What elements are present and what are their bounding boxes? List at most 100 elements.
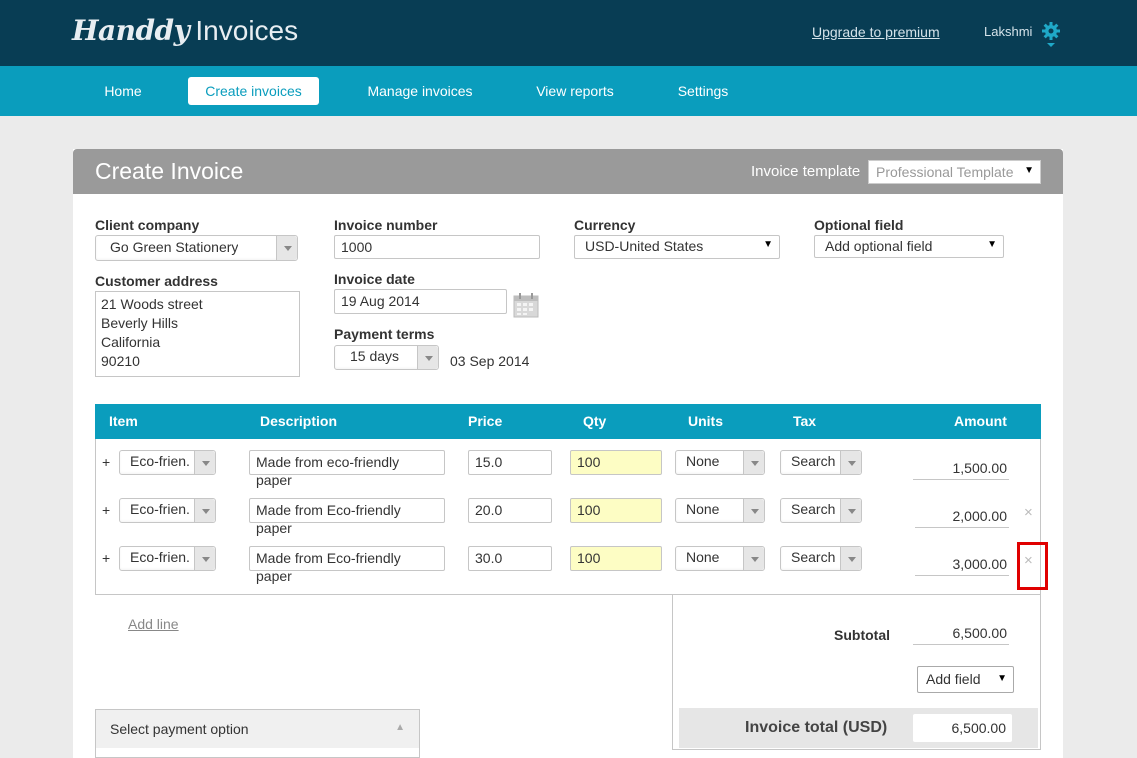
nav-create-invoices[interactable]: Create invoices [188,77,319,105]
upgrade-premium-link[interactable]: Upgrade to premium [812,24,940,40]
invoice-template-label: Invoice template [751,163,861,180]
payment-terms-value: 15 days [350,348,400,364]
add-row-plus-icon[interactable]: + [102,502,110,518]
units-value: None [686,549,720,565]
chevron-down-icon[interactable] [417,346,438,369]
tax-combo[interactable]: Search [780,450,862,475]
app-logo[interactable]: Handdy Invoices [72,14,298,47]
item-value: Eco-frien. [130,453,190,469]
chevron-down-icon[interactable] [194,451,215,474]
table-header: Item Description Price Qty Units Tax Amo… [95,404,1041,439]
payment-terms-label: Payment terms [334,326,435,342]
chevron-down-icon[interactable] [743,499,764,522]
nav-manage-invoices[interactable]: Manage invoices [352,77,488,105]
page-title: Create Invoice [95,158,244,184]
nav-view-reports[interactable]: View reports [522,77,628,105]
calendar-icon[interactable] [513,292,539,318]
col-price: Price [468,413,503,429]
highlight-box [1017,542,1048,590]
payment-option-label: Select payment option [110,721,249,737]
col-qty: Qty [583,413,607,429]
invoice-template-select[interactable]: Professional Template ▼ [868,160,1041,184]
units-value: None [686,501,720,517]
tax-value: Search [791,453,836,469]
add-field-select[interactable]: Add field ▼ [917,666,1014,693]
qty-input[interactable]: 100 [570,498,662,523]
logo-script-text: Handdy [72,14,190,47]
dropdown-arrow-icon: ▼ [987,239,997,250]
description-input[interactable]: Made from Eco-friendly paper [249,546,445,584]
subtotal-value: 6,500.00 [913,621,1009,645]
description-input[interactable]: Made from eco-friendly paper [249,450,445,488]
customer-address-textarea[interactable] [95,291,300,377]
units-combo[interactable]: None [675,546,765,571]
currency-value: USD-United States [585,238,704,254]
col-item: Item [109,413,138,429]
add-line-link[interactable]: Add line [128,616,179,632]
chevron-down-icon[interactable] [743,451,764,474]
totals-box: Subtotal 6,500.00 Add field ▼ Invoice to… [672,595,1041,750]
add-row-plus-icon[interactable]: + [102,550,110,566]
chevron-down-icon[interactable] [840,451,861,474]
chevron-down-icon[interactable] [840,499,861,522]
client-company-combo[interactable]: Go Green Stationery [95,235,298,261]
item-combo[interactable]: Eco-frien. [119,450,216,475]
qty-input[interactable]: 100 [570,450,662,475]
add-row-plus-icon[interactable]: + [102,454,110,470]
payment-terms-combo[interactable]: 15 days [334,345,439,370]
due-date-text: 03 Sep 2014 [450,353,530,369]
nav-settings[interactable]: Settings [664,77,742,105]
invoice-date-input[interactable]: 19 Aug 2014 [334,289,507,314]
gear-icon[interactable] [1041,21,1061,47]
currency-select[interactable]: USD-United States ▼ [574,235,780,259]
optional-field-select[interactable]: Add optional field ▼ [814,235,1004,258]
units-combo[interactable]: None [675,450,765,475]
invoice-total-bar: Invoice total (USD) 6,500.00 [679,708,1038,748]
col-units: Units [688,413,723,429]
dropdown-arrow-icon: ▼ [1024,165,1034,176]
price-input[interactable]: 15.0 [468,450,552,475]
price-input[interactable]: 20.0 [468,498,552,523]
remove-row-close-icon[interactable]: × [1024,504,1033,521]
dropdown-arrow-icon: ▼ [997,673,1007,684]
create-invoice-panel: Create Invoice Invoice template Professi… [73,149,1063,758]
tax-combo[interactable]: Search [780,546,862,571]
chevron-down-icon[interactable] [276,236,297,260]
nav-home[interactable]: Home [90,77,156,105]
amount-value: 2,000.00 [915,504,1009,528]
username-label: Lakshmi [984,24,1033,39]
payment-option-header[interactable]: Select payment option ▲ [96,710,419,748]
item-combo[interactable]: Eco-frien. [119,546,216,571]
add-field-value: Add field [926,671,981,687]
invoice-number-input[interactable]: 1000 [334,235,540,259]
optional-field-value: Add optional field [825,238,933,254]
line-items-table: Item Description Price Qty Units Tax Amo… [95,404,1041,595]
chevron-down-icon[interactable] [194,547,215,570]
invoice-number-label: Invoice number [334,217,438,233]
chevron-down-icon[interactable] [194,499,215,522]
chevron-down-icon[interactable] [743,547,764,570]
units-value: None [686,453,720,469]
optional-field-label: Optional field [814,217,904,233]
tax-combo[interactable]: Search [780,498,862,523]
qty-input[interactable]: 100 [570,546,662,571]
client-company-label: Client company [95,217,200,233]
payment-option-box[interactable]: Select payment option ▲ [95,709,420,758]
col-amount: Amount [954,413,1007,429]
invoice-template-value: Professional Template [876,164,1014,180]
client-company-value: Go Green Stationery [110,239,239,255]
item-combo[interactable]: Eco-frien. [119,498,216,523]
dropdown-arrow-icon: ▼ [763,239,773,250]
panel-header: Create Invoice Invoice template Professi… [73,149,1063,194]
chevron-up-icon[interactable]: ▲ [395,722,405,733]
description-input[interactable]: Made from Eco-friendly paper [249,498,445,536]
price-input[interactable]: 30.0 [468,546,552,571]
chevron-down-icon[interactable] [840,547,861,570]
units-combo[interactable]: None [675,498,765,523]
main-nav: Home Create invoices Manage invoices Vie… [0,66,1137,116]
col-description: Description [260,413,338,429]
subtotal-label: Subtotal [834,627,890,643]
tax-value: Search [791,501,836,517]
top-header: Handdy Invoices Upgrade to premium Lakshm… [0,0,1137,66]
col-tax: Tax [793,413,817,429]
